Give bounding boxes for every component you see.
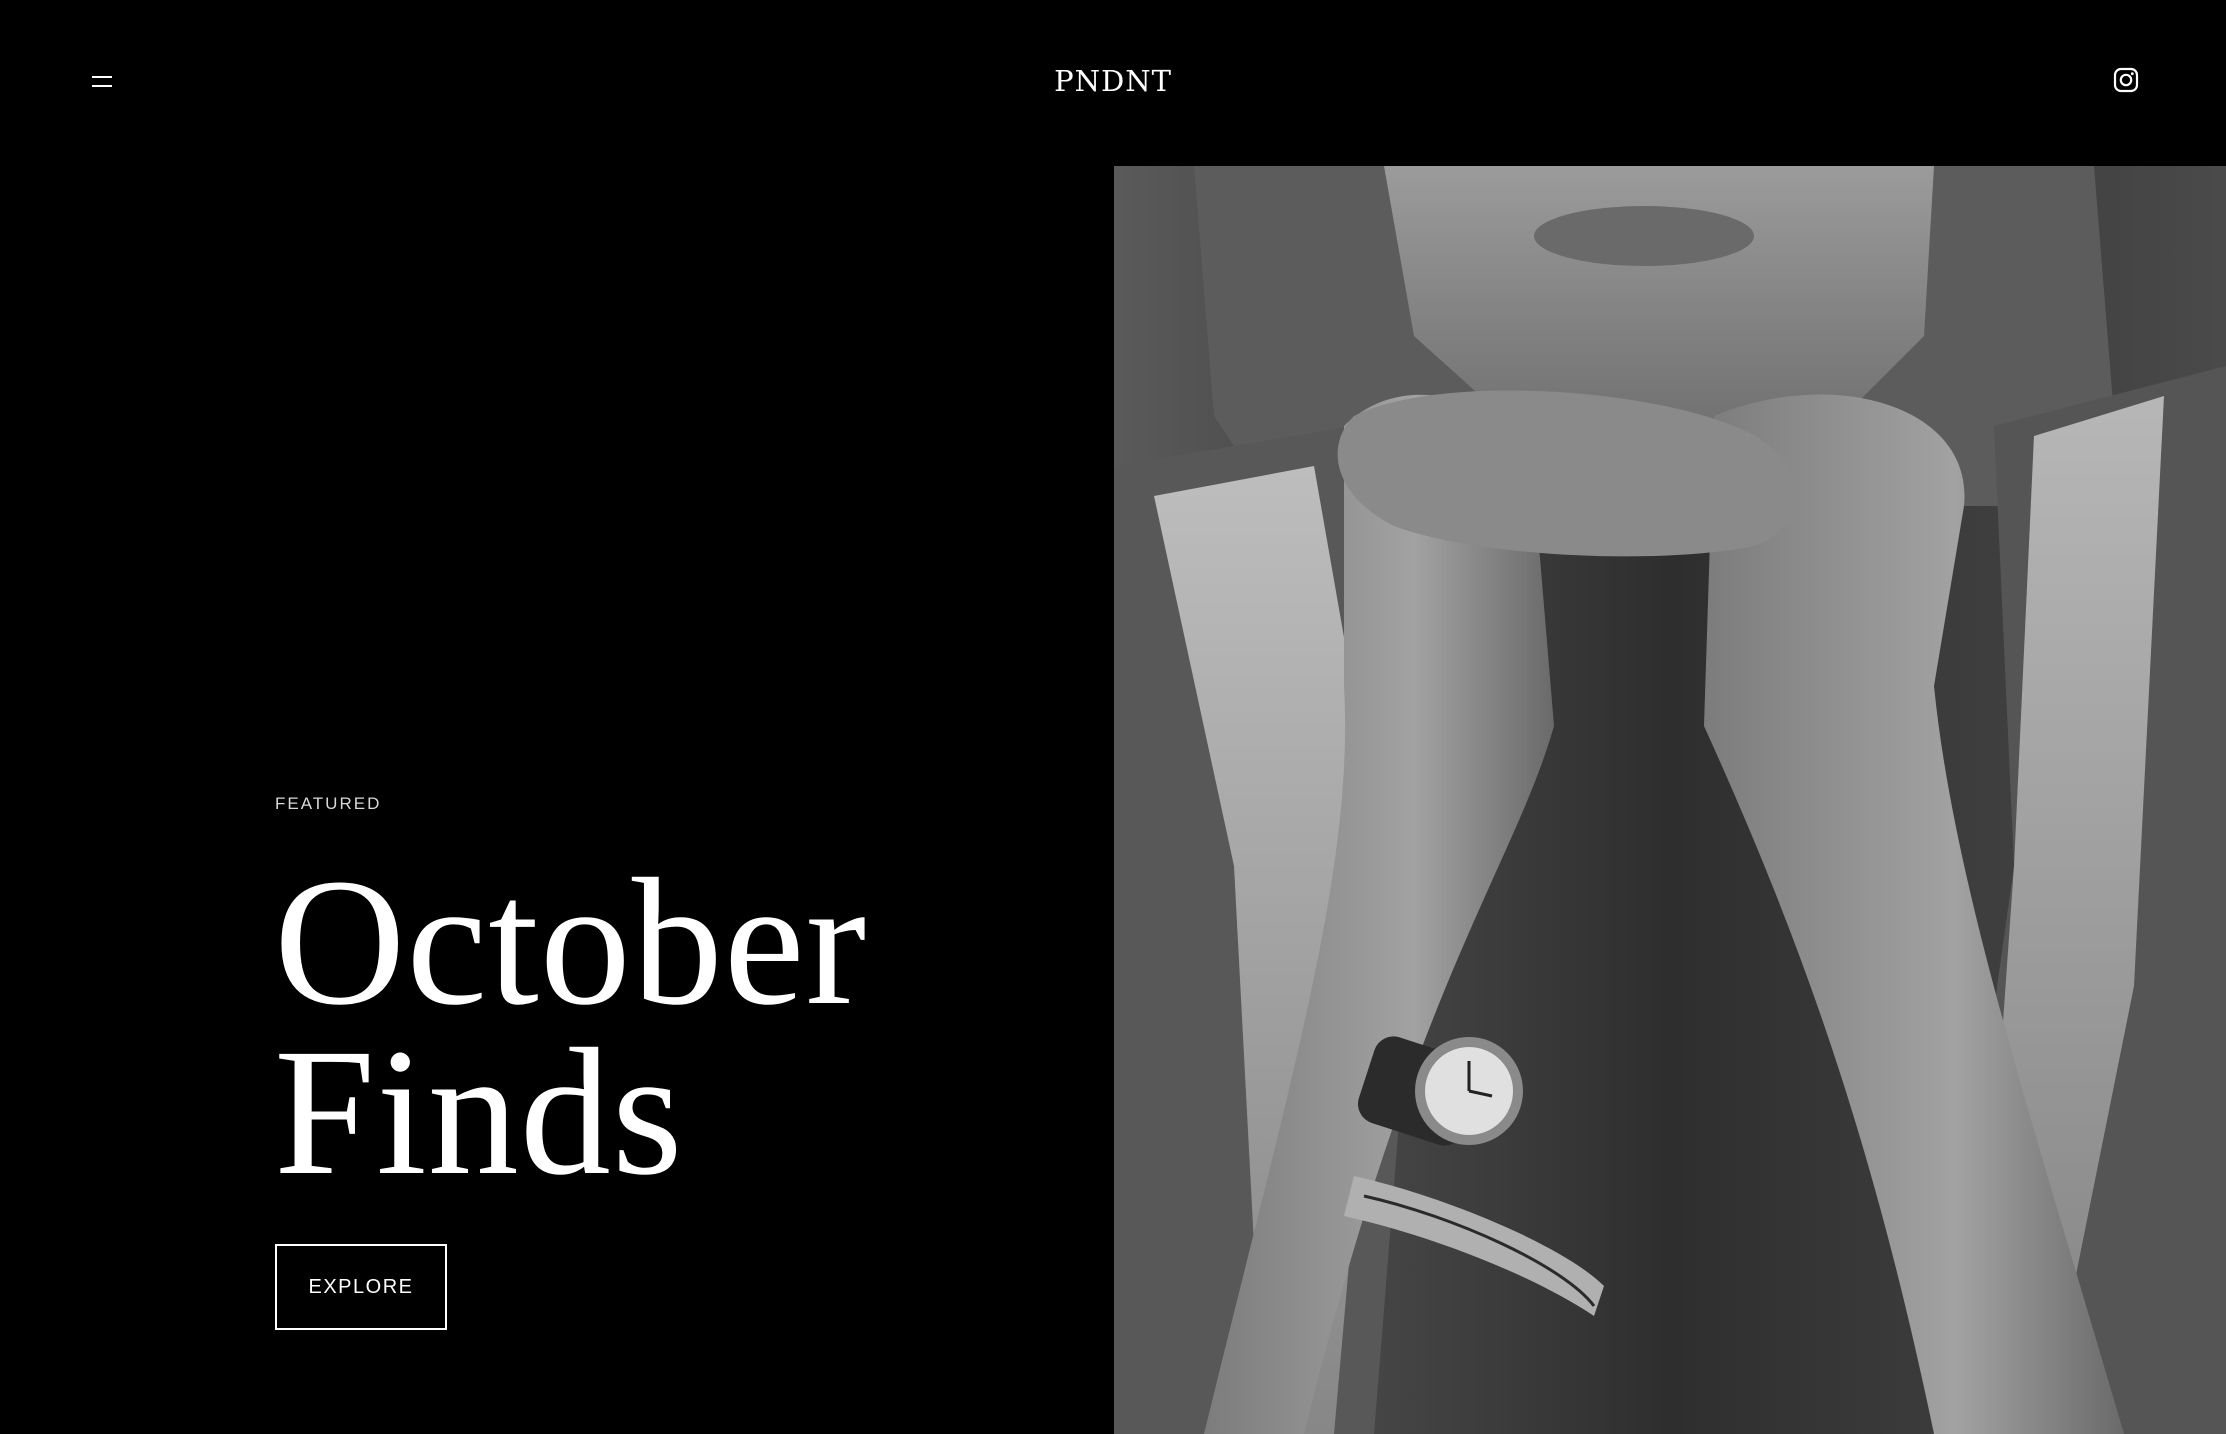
explore-button[interactable]: EXPLORE	[275, 1244, 447, 1330]
hero-title-line-1: October	[274, 842, 868, 1043]
hero-photo-illustration	[1114, 166, 2226, 1434]
site-header: PNDNT	[0, 0, 2226, 166]
site-logo[interactable]: PNDNT	[0, 64, 2226, 98]
featured-eyebrow: FEATURED	[275, 794, 382, 813]
hero-title: October Finds	[274, 842, 868, 1213]
hero-title-line-2: Finds	[274, 1012, 684, 1213]
hero-photo	[1114, 166, 2226, 1434]
instagram-icon[interactable]	[2110, 64, 2142, 96]
